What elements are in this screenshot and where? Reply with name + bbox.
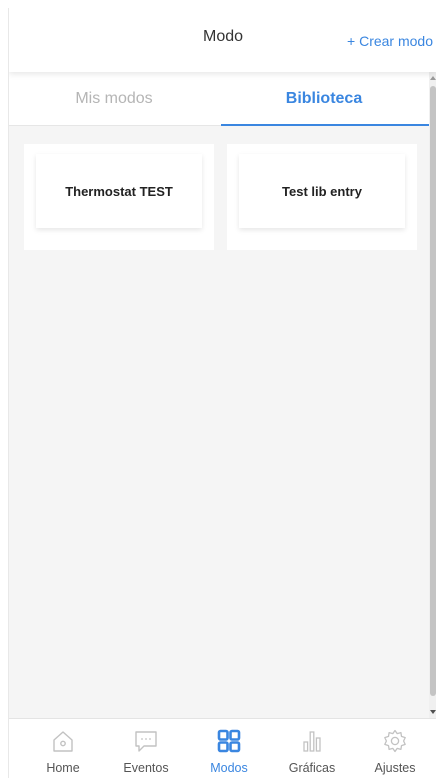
nav-label: Gráficas bbox=[288, 761, 336, 775]
tab-library[interactable]: Biblioteca bbox=[219, 72, 429, 126]
library-card[interactable]: Test lib entry bbox=[227, 144, 417, 250]
tab-my-modes[interactable]: Mis modos bbox=[9, 72, 219, 126]
vertical-scrollbar[interactable] bbox=[429, 72, 436, 718]
library-card-body[interactable]: Test lib entry bbox=[239, 154, 405, 228]
nav-label: Home bbox=[46, 761, 80, 775]
home-icon bbox=[53, 731, 73, 752]
library-card[interactable]: Thermostat TEST bbox=[24, 144, 214, 250]
nav-item-events[interactable]: Eventos bbox=[106, 719, 186, 778]
active-tab-indicator bbox=[221, 124, 429, 126]
create-mode-button[interactable]: + Crear modo bbox=[347, 33, 433, 49]
bottom-navigation: Home Eventos Modos Gráficas Ajustes bbox=[9, 718, 436, 778]
nav-label: Modos bbox=[210, 761, 248, 775]
gear-icon bbox=[384, 729, 406, 753]
grid-icon bbox=[217, 729, 241, 753]
library-card-title: Test lib entry bbox=[282, 183, 362, 199]
tab-bar: Mis modos Biblioteca bbox=[9, 72, 429, 126]
app-frame: Modo + Crear modo Mis modos Biblioteca T… bbox=[8, 8, 436, 778]
scrollbar-thumb[interactable] bbox=[430, 86, 436, 696]
nav-item-modes[interactable]: Modos bbox=[189, 719, 269, 778]
nav-item-home[interactable]: Home bbox=[23, 719, 103, 778]
nav-item-charts[interactable]: Gráficas bbox=[272, 719, 352, 778]
library-card-title: Thermostat TEST bbox=[65, 183, 173, 199]
library-card-body[interactable]: Thermostat TEST bbox=[36, 154, 202, 228]
nav-item-settings[interactable]: Ajustes bbox=[355, 719, 435, 778]
nav-label: Ajustes bbox=[374, 761, 416, 775]
app-header: Modo + Crear modo bbox=[9, 8, 436, 72]
bar-chart-icon bbox=[303, 731, 321, 752]
scroll-up-arrow-icon[interactable] bbox=[430, 76, 436, 80]
nav-label: Eventos bbox=[123, 761, 169, 775]
scroll-down-arrow-icon[interactable] bbox=[430, 710, 436, 714]
chat-bubble-icon bbox=[135, 731, 157, 752]
